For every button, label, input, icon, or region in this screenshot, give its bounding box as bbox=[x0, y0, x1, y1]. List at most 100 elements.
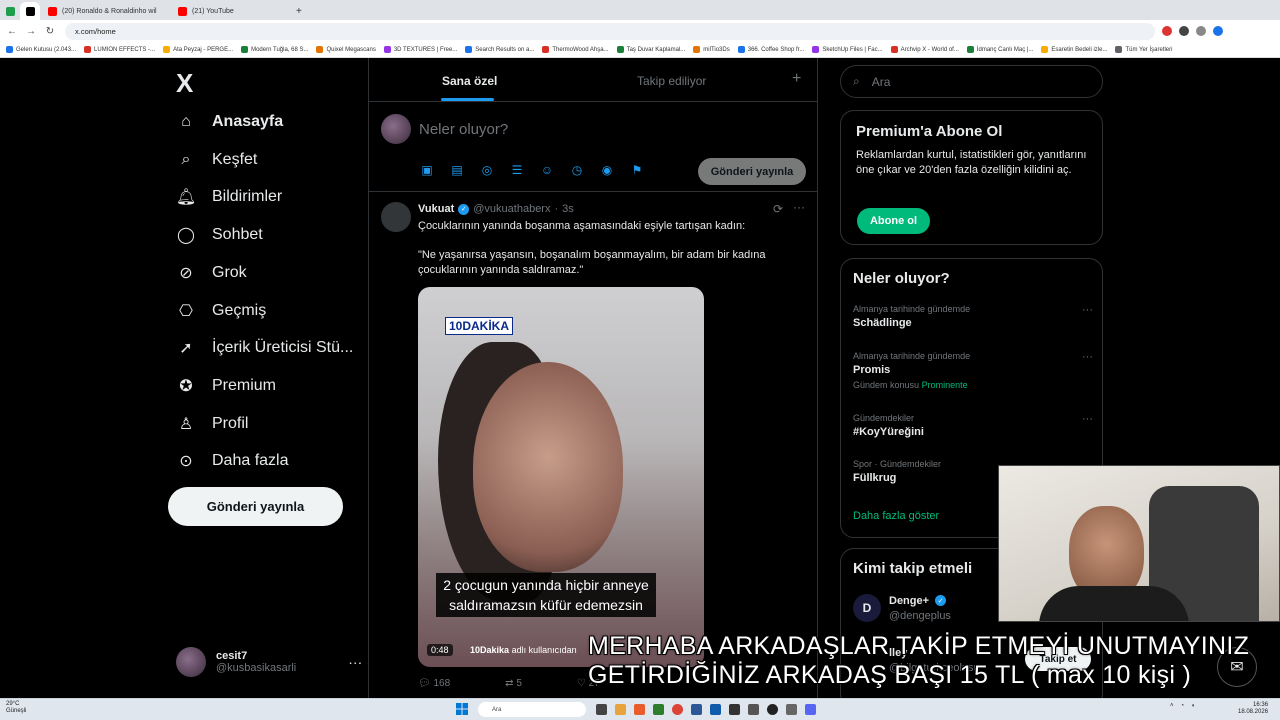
weather-widget[interactable]: 29°C Güneşli bbox=[6, 701, 26, 715]
sidebar-item-6[interactable]: ➚ İçerik Üreticisi Stü... bbox=[176, 338, 353, 358]
bookmark-item[interactable]: ThermoWood Ahşa... bbox=[542, 46, 609, 53]
tweet-author[interactable]: Vukuat bbox=[418, 203, 454, 215]
bookmark-item[interactable]: Tüm Yer İşaretleri bbox=[1115, 46, 1172, 53]
tweet-handle[interactable]: @vukuathaberx bbox=[473, 203, 550, 215]
sidebar-item-2[interactable]: 🔔︎ Bildirimler bbox=[176, 187, 282, 207]
sidebar-item-5[interactable]: ⎔ Geçmiş bbox=[176, 301, 266, 321]
sidebar-item-3[interactable]: ◯ Sohbet bbox=[176, 225, 263, 245]
reload-icon[interactable]: ↻ bbox=[43, 24, 57, 38]
tweet-time[interactable]: 3s bbox=[562, 203, 574, 215]
bookmark-item[interactable]: milTio3Ds bbox=[693, 46, 730, 53]
sidebar-item-1[interactable]: ⌕ Keşfet bbox=[176, 150, 258, 170]
compose-post-button[interactable]: Gönderi yayınla bbox=[698, 158, 806, 185]
app-icon[interactable] bbox=[729, 704, 740, 715]
extension-icon[interactable] bbox=[1162, 26, 1172, 36]
windows-start-icon[interactable] bbox=[456, 703, 468, 715]
avatar[interactable]: D bbox=[853, 594, 881, 622]
schedule-icon[interactable]: ◷ bbox=[569, 162, 585, 178]
sidebar-item-9[interactable]: ⊙ Daha fazla bbox=[176, 451, 289, 471]
account-switcher[interactable]: cesit7 @kusbasikasarli ··· bbox=[176, 647, 362, 677]
compose-input[interactable]: Neler oluyor? bbox=[419, 121, 508, 138]
pinned-tab-x[interactable] bbox=[20, 2, 40, 20]
reply-button[interactable]: 💬︎ 168 bbox=[418, 678, 450, 689]
extension-icon[interactable] bbox=[1179, 26, 1189, 36]
app-icon[interactable] bbox=[653, 704, 664, 715]
more-dots-icon[interactable]: ··· bbox=[348, 654, 362, 670]
sidebar-item-7[interactable]: ✪ Premium bbox=[176, 376, 276, 396]
sidebar-item-0[interactable]: ⌂ Anasayfa bbox=[176, 112, 283, 132]
bookmark-item[interactable]: Taş Duvar Kaplamal... bbox=[616, 46, 685, 53]
follow-name[interactable]: Denge+ bbox=[889, 595, 929, 607]
more-circle-icon: ⊙ bbox=[179, 453, 193, 471]
profile-avatar-icon[interactable] bbox=[1213, 26, 1223, 36]
task-view-icon[interactable] bbox=[596, 704, 607, 715]
photoshop-icon[interactable] bbox=[710, 704, 721, 715]
trend-item[interactable]: Gündemdekiler #KoyYüreğini ··· bbox=[853, 413, 1093, 438]
back-icon[interactable]: ← bbox=[5, 24, 19, 38]
video-player[interactable]: 10DAKİKA 2 çocugun yanında hiçbir anneye… bbox=[418, 287, 704, 667]
browser-tab-youtube[interactable]: (21) YouTube bbox=[170, 2, 288, 20]
bookmark-item[interactable]: SketchUp Files | Fac... bbox=[812, 46, 883, 53]
show-more-link[interactable]: Daha fazla göster bbox=[853, 510, 939, 522]
more-dots-icon[interactable]: ··· bbox=[1082, 351, 1093, 363]
avatar[interactable] bbox=[381, 202, 411, 232]
more-dots-icon[interactable]: ··· bbox=[1082, 413, 1093, 425]
bookmark-item[interactable]: Search Results on a... bbox=[465, 46, 534, 53]
bookmark-item[interactable]: Quixel Megascans bbox=[316, 46, 376, 53]
repost-button[interactable]: ⇄ 5 bbox=[505, 678, 522, 689]
new-tab-button[interactable]: + bbox=[288, 2, 310, 20]
url-field[interactable]: x.com/home bbox=[65, 22, 1155, 40]
more-dots-icon[interactable]: ··· bbox=[793, 200, 805, 214]
location-icon[interactable]: ◉ bbox=[599, 162, 615, 178]
trend-item[interactable]: Almanya tarihinde gündemde Schädlinge ··… bbox=[853, 304, 1093, 329]
forward-icon[interactable]: → bbox=[24, 24, 38, 38]
trend-topic-link[interactable]: Prominente bbox=[922, 380, 968, 390]
bookmark-item[interactable]: Modern Tuğla, 68 S... bbox=[241, 46, 308, 53]
app-icon[interactable] bbox=[786, 704, 797, 715]
search-input[interactable]: ⌕ Ara bbox=[840, 65, 1103, 98]
browser-tab-ronaldo[interactable]: (20) Ronaldo & Ronaldinho wil bbox=[40, 2, 170, 20]
obs-icon[interactable] bbox=[767, 704, 778, 715]
pinned-tab-1[interactable] bbox=[0, 2, 20, 20]
chevron-up-icon[interactable]: ˄ bbox=[1170, 703, 1174, 709]
x-logo-icon[interactable]: X bbox=[176, 68, 193, 99]
bookmark-item[interactable]: LUMION EFFECTS -... bbox=[84, 46, 155, 53]
more-dots-icon[interactable]: ··· bbox=[1082, 304, 1093, 316]
app-icon[interactable] bbox=[691, 704, 702, 715]
gif-icon[interactable]: ▤ bbox=[449, 162, 465, 178]
file-explorer-icon[interactable] bbox=[615, 704, 626, 715]
extension-icon[interactable] bbox=[1196, 26, 1206, 36]
emoji-icon[interactable]: ☺ bbox=[539, 162, 555, 178]
bookmark-item[interactable]: 3D TEXTURES | Free... bbox=[383, 46, 457, 53]
wifi-icon[interactable]: ◔ bbox=[1181, 703, 1185, 709]
bookmark-item[interactable]: Archvip X - World of... bbox=[890, 46, 959, 53]
clock[interactable]: 16:36 18.08.2026 bbox=[1238, 702, 1268, 716]
bookmark-item[interactable]: İdmanç Canlı Maç |... bbox=[966, 46, 1033, 53]
sidebar-item-8[interactable]: ♙ Profil bbox=[176, 414, 249, 434]
video-credit[interactable]: 10Dakika adlı kullanıcıdan bbox=[470, 645, 577, 655]
add-tab-icon[interactable]: + bbox=[792, 70, 801, 88]
bookmark-item[interactable]: Gelen Kutusu (2.043... bbox=[6, 46, 76, 53]
bookmark-item[interactable]: Esaretin Bedeli izle... bbox=[1041, 46, 1107, 53]
app-icon[interactable] bbox=[748, 704, 759, 715]
volume-icon[interactable]: ◖ bbox=[1191, 703, 1195, 709]
tab-for-you[interactable]: Sana özel bbox=[442, 74, 497, 88]
discord-icon[interactable] bbox=[805, 704, 816, 715]
grok-icon[interactable]: ◎ bbox=[479, 162, 495, 178]
bookmark-item[interactable]: Ata Peyzaj - PERGE... bbox=[163, 46, 233, 53]
image-icon[interactable]: ▣ bbox=[419, 162, 435, 178]
taskbar-search[interactable]: Ara bbox=[478, 702, 586, 717]
tab-following[interactable]: Takip ediliyor bbox=[637, 74, 706, 88]
grok-icon[interactable]: ⟳ bbox=[773, 202, 783, 216]
subscribe-button[interactable]: Abone ol bbox=[857, 208, 930, 234]
trend-item[interactable]: Almanya tarihinde gündemde Promis Gündem… bbox=[853, 351, 1093, 390]
sidebar-item-label: Daha fazla bbox=[212, 452, 289, 470]
post-button[interactable]: Gönderi yayınla bbox=[168, 487, 343, 526]
flag-icon[interactable]: ⚑ bbox=[629, 162, 645, 178]
sidebar-item-4[interactable]: ⊘ Grok bbox=[176, 263, 246, 283]
chrome-icon[interactable] bbox=[672, 704, 683, 715]
poll-icon[interactable]: ☰ bbox=[509, 162, 525, 178]
brave-icon[interactable] bbox=[634, 704, 645, 715]
bookmark-item[interactable]: 366. Coffee Shop fr... bbox=[737, 46, 804, 53]
tweet[interactable]: Vukuat ✓ @vukuathaberx · 3s ⟳ ··· Çocukl… bbox=[369, 192, 818, 698]
